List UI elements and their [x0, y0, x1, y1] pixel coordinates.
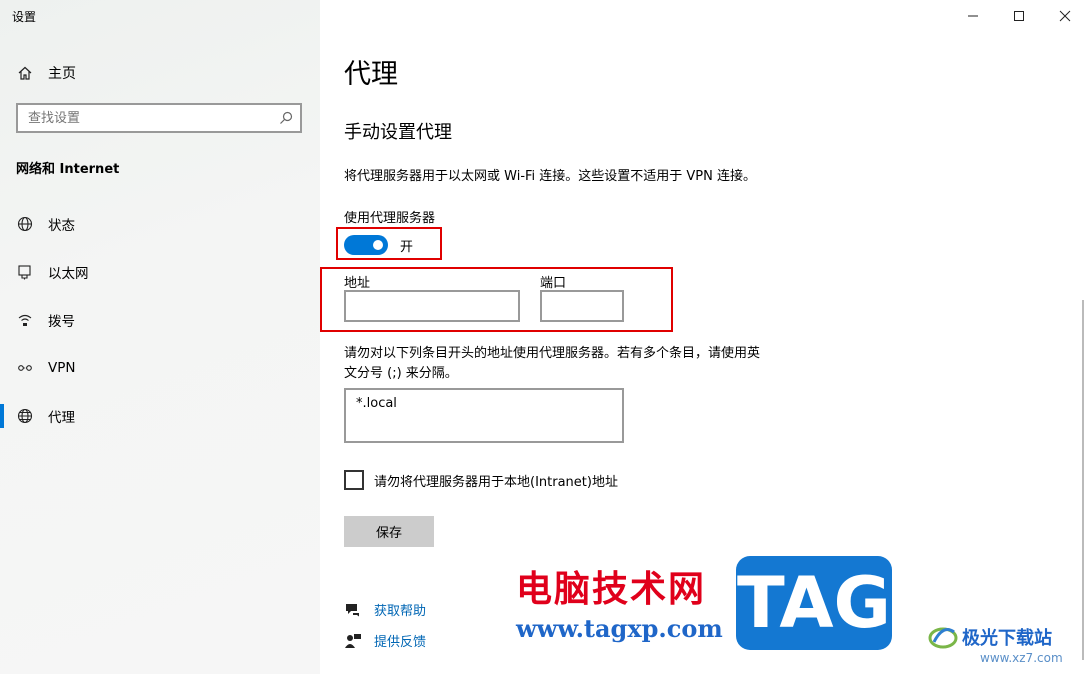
exceptions-description: 请勿对以下列条目开头的地址使用代理服务器。若有多个条目，请使用英 文分号 (;)… [344, 344, 800, 384]
watermark-xz-name: 极光下载站 [962, 628, 1052, 649]
sidebar-item-proxy[interactable]: 代理 [16, 405, 75, 427]
help-link[interactable]: 获取帮助 [374, 600, 426, 619]
watermark-cn-text: 电脑技术网 [516, 569, 707, 610]
sidebar-item-status[interactable]: 状态 [16, 213, 75, 235]
exceptions-description-line: 文分号 (;) 来分隔。 [344, 366, 458, 381]
address-label: 地址 [344, 276, 371, 291]
dialup-icon [16, 311, 34, 329]
port-label: 端口 [540, 276, 567, 291]
bypass-local-row: 请勿将代理服务器用于本地(Intranet)地址 [344, 470, 618, 490]
help-chat-icon [344, 601, 362, 619]
sidebar-item-dialup[interactable]: 拨号 [16, 309, 75, 331]
maximize-icon [1014, 11, 1024, 21]
maximize-button[interactable] [1009, 6, 1029, 26]
vpn-icon [16, 359, 34, 377]
search-icon[interactable] [278, 110, 294, 130]
selected-indicator [0, 404, 4, 428]
bypass-local-label: 请勿将代理服务器用于本地(Intranet)地址 [374, 474, 618, 490]
sidebar-item-label: 拨号 [48, 314, 75, 330]
bypass-local-checkbox[interactable] [344, 470, 364, 490]
use-proxy-label: 使用代理服务器 [344, 211, 436, 226]
exceptions-textarea[interactable]: *.local [344, 388, 624, 443]
globe-icon [16, 407, 34, 425]
exceptions-description-line: 请勿对以下列条目开头的地址使用代理服务器。若有多个条目，请使用英 [344, 346, 761, 361]
sidebar-item-vpn[interactable]: VPN [16, 357, 75, 379]
save-button[interactable]: 保存 [344, 516, 434, 547]
close-icon [1059, 10, 1071, 22]
minimize-button[interactable] [963, 6, 983, 26]
description-text: 将代理服务器用于以太网或 Wi-Fi 连接。这些设置不适用于 VPN 连接。 [344, 169, 757, 184]
feedback-link[interactable]: 提供反馈 [374, 631, 426, 650]
main-panel: 代理 手动设置代理 将代理服务器用于以太网或 Wi-Fi 连接。这些设置不适用于… [320, 0, 1088, 674]
use-proxy-toggle[interactable] [344, 235, 388, 255]
ethernet-icon [16, 263, 34, 281]
help-link-row[interactable]: 获取帮助 [344, 600, 426, 619]
feedback-link-row[interactable]: 提供反馈 [344, 631, 426, 650]
sidebar: 设置 主页 网络和 Internet 状态 以太网 拨号 VP [0, 0, 320, 674]
section-heading: 手动设置代理 [344, 122, 452, 143]
watermark-tag-logo: TAG [736, 556, 892, 650]
page-title: 代理 [344, 59, 398, 90]
sidebar-item-label: 以太网 [48, 266, 89, 282]
sidebar-item-label: 状态 [48, 218, 75, 234]
toggle-state-label: 开 [400, 239, 414, 255]
feedback-person-icon [344, 632, 362, 650]
app-title: 设置 [12, 10, 37, 24]
port-field[interactable] [540, 290, 624, 322]
home-label: 主页 [48, 66, 76, 82]
home-icon [16, 64, 34, 82]
section-title: 网络和 Internet [16, 162, 120, 177]
sidebar-item-label: 代理 [48, 410, 75, 426]
minimize-icon [968, 15, 978, 17]
scrollbar[interactable] [1082, 300, 1084, 660]
watermark-xz-url: www.xz7.com [980, 651, 1063, 665]
watermark-url: www.tagxp.com [516, 614, 723, 643]
watermark-xz-logo-icon [928, 622, 958, 652]
close-button[interactable] [1055, 6, 1075, 26]
address-field[interactable] [344, 290, 520, 322]
toggle-knob [373, 240, 383, 250]
sidebar-item-label: VPN [48, 360, 76, 376]
sidebar-item-ethernet[interactable]: 以太网 [16, 261, 89, 283]
home-nav-item[interactable]: 主页 [16, 62, 76, 84]
search-input[interactable] [18, 105, 268, 131]
search-box[interactable] [16, 103, 302, 133]
use-proxy-toggle-row: 开 [344, 235, 413, 255]
globe-status-icon [16, 215, 34, 233]
